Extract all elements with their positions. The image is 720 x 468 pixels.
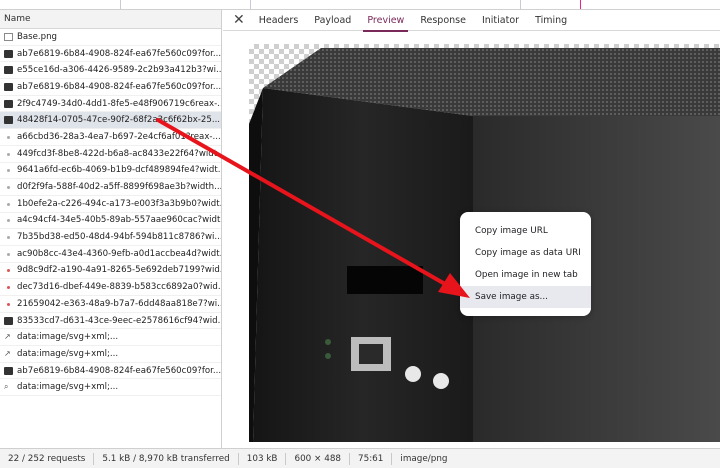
request-name: ab7e6819-6b84-4908-824f-ea67fe560c09?for…: [17, 81, 221, 92]
request-row[interactable]: 449fcd3f-8be8-422d-b6a8-ac8433e22f64?wid…: [0, 146, 221, 163]
aspect-ratio: 75:61: [350, 452, 393, 465]
dot-icon: [4, 250, 13, 258]
request-row[interactable]: e55ce16d-a306-4426-9589-2c2b93a412b3?wi.…: [0, 62, 221, 80]
request-name: 7b35bd38-ed50-48d4-94bf-594b811c8786?wi.…: [17, 232, 221, 243]
request-row[interactable]: 2f9c4749-34d0-4dd1-8fe5-e48f906719c6reax…: [0, 96, 221, 113]
request-name: 9641a6fd-ec6b-4069-b1b9-dcf489894fe4?wid…: [17, 165, 221, 176]
image-icon: [4, 116, 13, 125]
request-list: Name Base.png ab7e6819-6b84-4908-824f-ea6…: [0, 10, 222, 448]
request-row[interactable]: ⌕ data:image/svg+xml;...: [0, 379, 221, 397]
request-name: dec73d16-dbef-449e-8839-b583cc6892a0?wid…: [17, 282, 221, 293]
svg-icon: ↗: [4, 332, 11, 342]
red-dot-icon: [4, 300, 13, 308]
request-row[interactable]: a66cbd36-28a3-4ea7-b697-2e4cf6af01?reax-…: [0, 129, 221, 146]
status-bar: 22 / 252 requests 5.1 kB / 8,970 kB tran…: [0, 448, 720, 468]
image-icon: [4, 99, 13, 108]
request-row[interactable]: 9d8c9df2-a190-4a91-8265-5e692deb7199?wid…: [0, 263, 221, 280]
request-row[interactable]: ab7e6819-6b84-4908-824f-ea67fe560c09?for…: [0, 46, 221, 63]
request-row[interactable]: ac90b8cc-43e4-4360-9efb-a0d1accbea4d?wid…: [0, 246, 221, 263]
file-icon: [4, 32, 13, 41]
image-icon: [4, 49, 13, 58]
request-name: 21659042-e363-48a9-b7a7-6dd48aa818e7?wi.…: [17, 298, 221, 309]
image-icon: [4, 316, 13, 325]
red-dot-icon: [4, 283, 13, 291]
request-row[interactable]: 83533cd7-d631-43ce-9eec-e2578616cf94?wid…: [0, 313, 221, 330]
image-icon: [4, 82, 13, 91]
tab-response[interactable]: Response: [420, 10, 466, 31]
request-row[interactable]: 48428f14-0705-47ce-90f2-68f2a3c6f62bx-25…: [0, 112, 221, 130]
request-name: data:image/svg+xml;...: [17, 382, 119, 393]
tab-payload[interactable]: Payload: [314, 10, 351, 31]
request-name: 48428f14-0705-47ce-90f2-68f2a3c6f62bx-25…: [17, 115, 221, 126]
devtools-window: Name Base.png ab7e6819-6b84-4908-824f-ea6…: [0, 0, 720, 468]
dot-icon: [4, 200, 13, 208]
search-icon: ⌕: [4, 382, 9, 392]
image-dimensions: 600 × 488: [286, 452, 351, 465]
request-name: ab7e6819-6b84-4908-824f-ea67fe560c09?for…: [17, 48, 221, 59]
svg-icon: ↗: [4, 348, 11, 358]
request-row[interactable]: 21659042-e363-48a9-b7a7-6dd48aa818e7?wi.…: [0, 296, 221, 313]
red-dot-icon: [4, 266, 13, 274]
request-row[interactable]: 1b0efe2a-c226-494c-a173-e003f3a3b9b0?wid…: [0, 196, 221, 213]
image-icon: [4, 366, 13, 375]
mime-type: image/png: [400, 453, 448, 464]
request-row[interactable]: dec73d16-dbef-449e-8839-b583cc6892a0?wid…: [0, 279, 221, 296]
request-row[interactable]: 9641a6fd-ec6b-4069-b1b9-dcf489894fe4?wid…: [0, 163, 221, 180]
request-name: 449fcd3f-8be8-422d-b6a8-ac8433e22f64?wid…: [17, 148, 221, 159]
request-name: e55ce16d-a306-4426-9589-2c2b93a412b3?wi.…: [17, 65, 221, 76]
request-name: data:image/svg+xml;...: [17, 332, 119, 343]
request-name: a4c94cf4-34e5-40b5-89ab-557aae960cac?wid…: [17, 215, 221, 226]
dot-icon: [4, 216, 13, 224]
request-count: 22 / 252 requests: [0, 452, 95, 465]
request-row[interactable]: 7b35bd38-ed50-48d4-94bf-594b811c8786?wi.…: [0, 229, 221, 246]
save-image-as-item[interactable]: Save image as...: [460, 286, 591, 308]
request-name: ac90b8cc-43e4-4360-9efb-a0d1accbea4d?wid…: [17, 248, 221, 259]
request-row[interactable]: Base.png: [0, 29, 221, 46]
tab-bar: ✕ Headers Payload Preview Response Initi…: [223, 10, 720, 32]
dot-icon: [4, 166, 13, 174]
request-name: a66cbd36-28a3-4ea7-b697-2e4cf6af01?reax-…: [17, 131, 221, 142]
context-menu: Copy image URL Copy image as data URI Op…: [460, 212, 591, 316]
request-row[interactable]: a4c94cf4-34e5-40b5-89ab-557aae960cac?wid…: [0, 213, 221, 230]
request-row[interactable]: d0f2f9fa-588f-40d2-a5ff-8899f698ae3b?wid…: [0, 179, 221, 196]
tab-headers[interactable]: Headers: [259, 10, 299, 31]
request-row[interactable]: ↗ data:image/svg+xml;...: [0, 346, 221, 363]
request-name: d0f2f9fa-588f-40d2-a5ff-8899f698ae3b?wid…: [17, 182, 221, 193]
dot-icon: [4, 233, 13, 241]
resource-size: 103 kB: [239, 452, 287, 465]
image-icon: [4, 66, 13, 75]
dot-icon: [4, 133, 13, 141]
copy-image-url-item[interactable]: Copy image URL: [460, 220, 591, 242]
request-row[interactable]: ab7e6819-6b84-4908-824f-ea67fe560c09?for…: [0, 363, 221, 380]
request-name: Base.png: [17, 31, 58, 42]
request-name: 2f9c4749-34d0-4dd1-8fe5-e48f906719c6reax…: [17, 98, 221, 109]
request-name: 83533cd7-d631-43ce-9eec-e2578616cf94?wid…: [17, 315, 221, 326]
transferred-size: 5.1 kB / 8,970 kB transferred: [94, 452, 239, 465]
tab-initiator[interactable]: Initiator: [482, 10, 519, 31]
open-image-new-tab-item[interactable]: Open image in new tab: [460, 264, 591, 286]
request-name: ab7e6819-6b84-4908-824f-ea67fe560c09?for…: [17, 365, 221, 376]
dot-icon: [4, 150, 13, 158]
request-row[interactable]: ↗ data:image/svg+xml;...: [0, 329, 221, 347]
tab-preview[interactable]: Preview: [363, 10, 409, 32]
copy-image-data-uri-item[interactable]: Copy image as data URI: [460, 242, 591, 264]
request-name: 1b0efe2a-c226-494c-a173-e003f3a3b9b0?wid…: [17, 198, 221, 209]
request-row[interactable]: ab7e6819-6b84-4908-824f-ea67fe560c09?for…: [0, 79, 221, 96]
timeline-strip: [0, 0, 720, 10]
name-column-header[interactable]: Name: [0, 10, 221, 29]
request-name: data:image/svg+xml;...: [17, 348, 119, 359]
dot-icon: [4, 183, 13, 191]
tab-timing[interactable]: Timing: [535, 10, 567, 31]
close-icon[interactable]: ✕: [233, 13, 245, 27]
request-name: 9d8c9df2-a190-4a91-8265-5e692deb7199?wid…: [17, 265, 221, 276]
